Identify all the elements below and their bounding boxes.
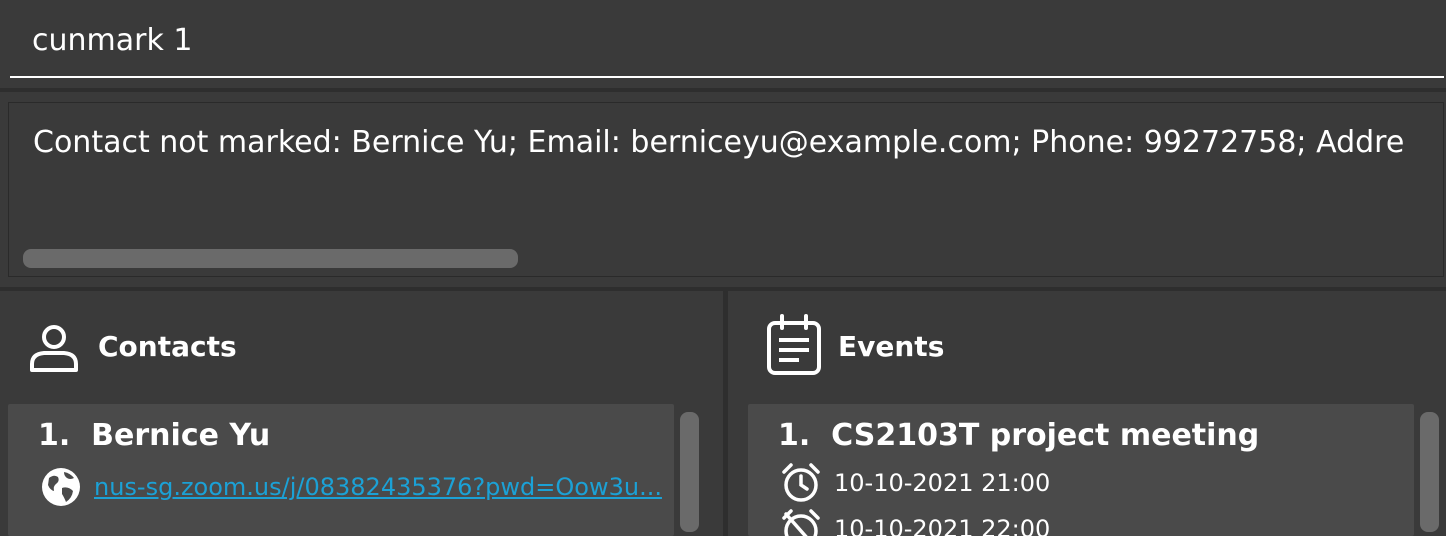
event-index: 1.	[778, 418, 811, 453]
command-input[interactable]	[32, 18, 1432, 62]
events-vertical-scrollbar[interactable]	[1420, 412, 1439, 532]
contacts-title: Contacts	[98, 330, 237, 363]
globe-icon	[42, 468, 80, 506]
event-card[interactable]: 1. CS2103T project meeting 10-10-2021 21…	[748, 404, 1414, 536]
contact-name-line: 1. Bernice Yu	[38, 418, 270, 453]
events-title: Events	[838, 330, 945, 363]
horizontal-scrollbar[interactable]	[23, 249, 518, 268]
alarm-clock-icon	[782, 463, 820, 502]
command-box[interactable]	[10, 0, 1444, 78]
event-name: CS2103T project meeting	[831, 418, 1260, 453]
contact-link-row: nus-sg.zoom.us/j/08382435376?pwd=Oow3u..…	[40, 466, 662, 508]
event-name-line: 1. CS2103T project meeting	[778, 418, 1259, 453]
divider	[0, 88, 1446, 92]
contacts-vertical-scrollbar[interactable]	[680, 412, 699, 532]
event-start-time: 10-10-2021 21:00	[834, 469, 1051, 497]
contact-zoom-link[interactable]: nus-sg.zoom.us/j/08382435376?pwd=Oow3u..…	[94, 473, 662, 501]
panel-divider[interactable]	[723, 291, 728, 536]
event-end-row: 10-10-2021 22:00	[780, 508, 1050, 536]
person-icon	[30, 325, 78, 372]
contact-name: Bernice Yu	[91, 418, 271, 453]
event-end-time: 10-10-2021 22:00	[834, 515, 1051, 536]
result-display: Contact not marked: Bernice Yu; Email: b…	[8, 102, 1444, 277]
contact-card[interactable]: 1. Bernice Yu nus-sg.zoom.us/j/083824353…	[8, 404, 674, 536]
result-text: Contact not marked: Bernice Yu; Email: b…	[33, 125, 1405, 160]
calendar-note-icon	[767, 314, 821, 375]
alarm-off-icon	[782, 509, 820, 536]
event-start-row: 10-10-2021 21:00	[780, 462, 1050, 504]
contact-index: 1.	[38, 418, 71, 453]
